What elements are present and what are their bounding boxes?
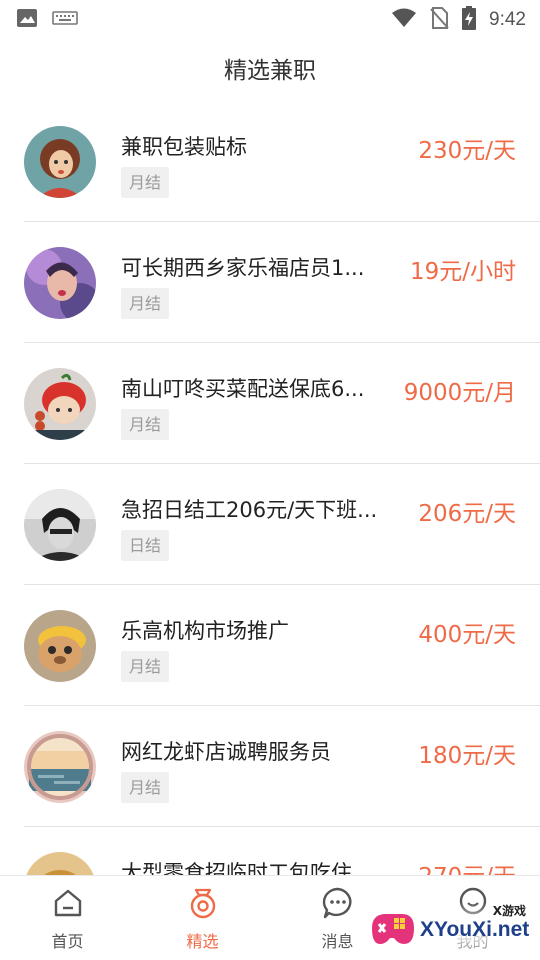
keyboard-icon (52, 10, 78, 30)
job-list-item[interactable]: 可长期西乡家乐福店员1... 月结 19元/小时 (0, 222, 540, 343)
job-title: 南山叮咚买菜配送保底6... (121, 377, 365, 401)
status-bar: 9:42 (0, 0, 540, 36)
nav-item-featured[interactable]: 精选 (135, 876, 270, 960)
site-watermark: X游戏 XYouXi.net (368, 900, 540, 960)
avatar (24, 731, 96, 803)
job-title: 乐高机构市场推广 (121, 619, 289, 643)
job-list-item[interactable]: 兼职包装贴标 月结 230元/天 (0, 101, 540, 222)
watermark-text: XYouXi.net (420, 918, 530, 941)
payment-tag: 日结 (121, 530, 170, 561)
page-header: 精选兼职 (0, 36, 540, 100)
payment-tag: 月结 (121, 772, 170, 803)
job-title: 急招日结工206元/天下班... (121, 498, 378, 522)
avatar (24, 126, 96, 198)
job-title: 可长期西乡家乐福店员1... (121, 256, 365, 280)
home-icon (51, 886, 85, 920)
payment-tag: 月结 (121, 167, 170, 198)
job-list-item[interactable]: 南山叮咚买菜配送保底6... 月结 9000元/月 (0, 343, 540, 464)
job-salary: 270元/天 (418, 857, 516, 875)
payment-tag: 月结 (121, 409, 170, 440)
job-list-item[interactable]: 网红龙虾店诚聘服务员 月结 180元/天 (0, 706, 540, 827)
payment-tag: 月结 (121, 651, 170, 682)
wifi-icon (391, 7, 417, 33)
job-title: 网红龙虾店诚聘服务员 (121, 740, 331, 764)
nav-label: 精选 (186, 932, 219, 951)
job-list-item[interactable]: 急招日结工206元/天下班... 日结 206元/天 (0, 464, 540, 585)
avatar (24, 368, 96, 440)
nav-label: 首页 (51, 932, 84, 951)
avatar (24, 852, 96, 875)
payment-tag: 月结 (121, 288, 170, 319)
job-title: 兼职包装贴标 (121, 135, 247, 159)
job-salary: 19元/小时 (409, 259, 516, 285)
job-salary: 206元/天 (418, 501, 516, 527)
nav-item-home[interactable]: 首页 (0, 876, 135, 960)
job-salary: 9000元/月 (403, 380, 516, 406)
avatar (24, 489, 96, 561)
battery-charging-icon (461, 5, 477, 35)
image-icon (16, 8, 38, 32)
job-list[interactable]: 兼职包装贴标 月结 230元/天 可长期西乡家乐福店员1... 月结 19元/小… (0, 101, 540, 875)
job-salary: 230元/天 (418, 138, 516, 164)
avatar (24, 247, 96, 319)
job-salary: 180元/天 (418, 743, 516, 769)
no-sim-icon (429, 6, 449, 34)
watermark-small-text: X游戏 (492, 904, 526, 918)
page-title: 精选兼职 (224, 58, 316, 84)
status-time: 9:42 (489, 9, 526, 30)
job-list-item[interactable]: 乐高机构市场推广 月结 400元/天 (0, 585, 540, 706)
message-icon (321, 886, 355, 920)
avatar (24, 610, 96, 682)
job-list-item[interactable]: 大型零食招临时工包吃住 月结 270元/天 (0, 827, 540, 875)
job-salary: 400元/天 (418, 622, 516, 648)
featured-icon (186, 886, 220, 920)
job-title: 大型零食招临时工包吃住 (121, 861, 352, 875)
